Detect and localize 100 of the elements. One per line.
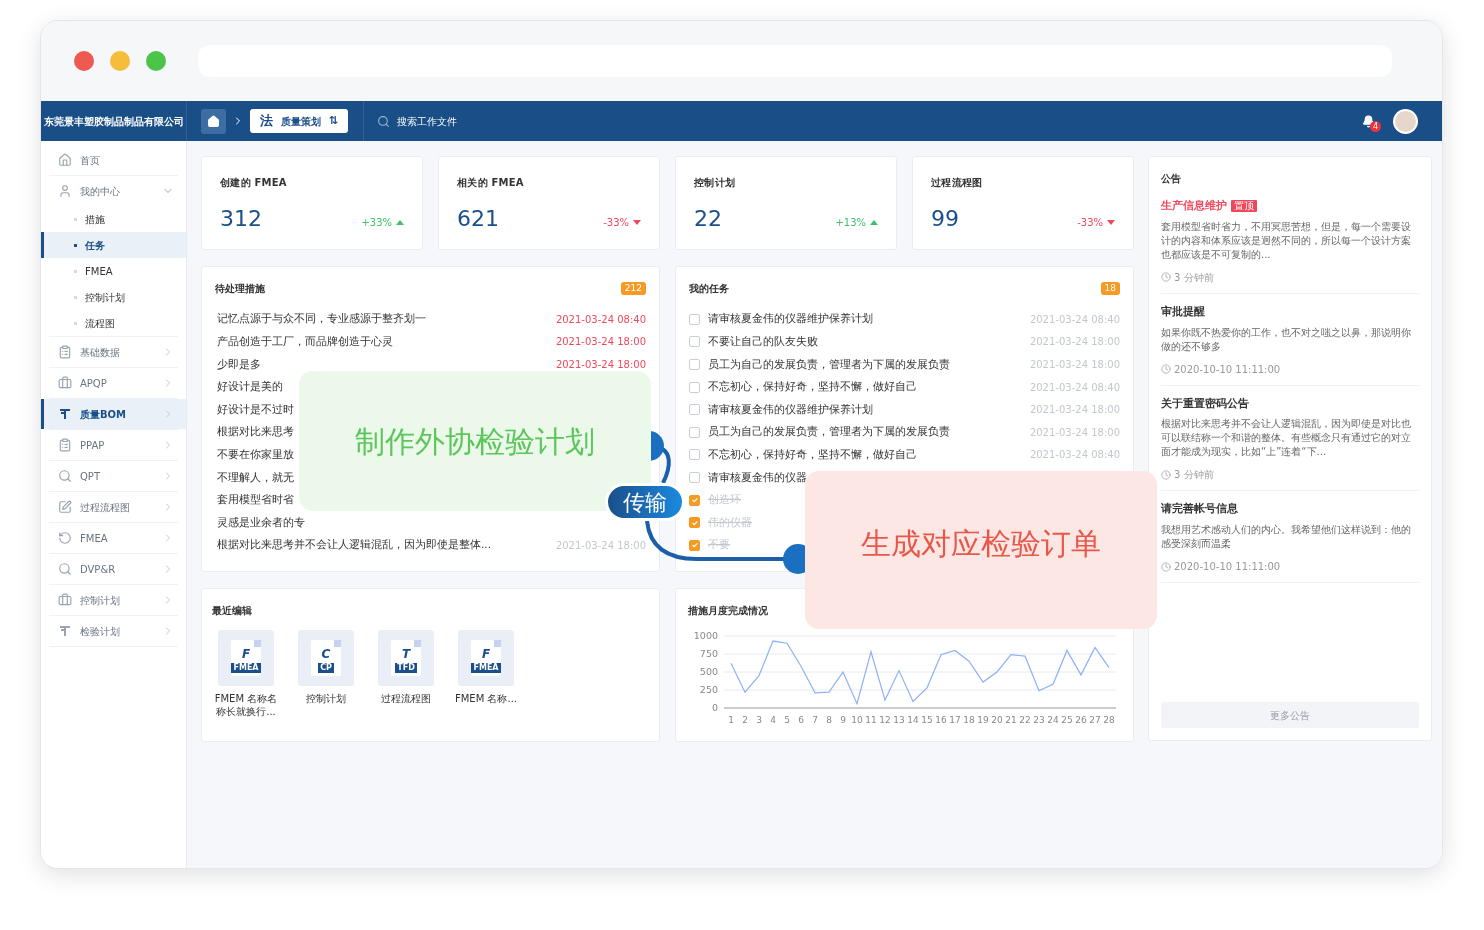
file-name[interactable]: 过程流程图 xyxy=(372,692,440,705)
checkbox[interactable] xyxy=(689,494,700,506)
check-icon xyxy=(690,518,699,527)
checkbox[interactable] xyxy=(689,313,700,325)
sidebar-item[interactable]: 过程流程图 xyxy=(41,492,186,522)
x-tick-label: 15 xyxy=(921,715,933,725)
sidebar-item[interactable]: 基础数据 xyxy=(41,337,186,367)
stat-title: 控制计划 xyxy=(694,176,736,190)
home-button[interactable] xyxy=(201,108,226,134)
user-icon xyxy=(58,184,72,198)
notice-title[interactable]: 生产信息维护 xyxy=(1161,198,1227,214)
notice-time: 3 分钟前 xyxy=(1174,468,1214,483)
checkbox[interactable] xyxy=(689,449,700,461)
task-text[interactable]: 不要让自己的队友失败 xyxy=(708,334,818,350)
task-text[interactable]: 请审核夏金伟的仪器维护保养计划 xyxy=(708,401,873,418)
file-tile[interactable]: F FMEA xyxy=(218,630,274,686)
x-tick-label: 2 xyxy=(742,715,748,725)
action-text[interactable]: 不要在你家里放 xyxy=(217,447,294,463)
checkbox[interactable] xyxy=(689,426,700,438)
card-title: 措施月度完成情况 xyxy=(688,604,768,618)
action-text[interactable]: 好设计是不过时 xyxy=(217,401,294,418)
checkbox[interactable] xyxy=(689,517,700,529)
notice-title[interactable]: 审批提醒 xyxy=(1161,303,1205,320)
file-name[interactable]: 控制计划 xyxy=(292,692,360,705)
due-time: 2021-03-24 18:00 xyxy=(555,335,646,350)
checkbox[interactable] xyxy=(689,539,700,551)
checkbox[interactable] xyxy=(689,404,700,416)
task-text[interactable]: 请审核夏金伟的仪器维护保养计划 xyxy=(708,311,873,328)
sidebar-item[interactable]: 控制计划 xyxy=(41,585,186,615)
breadcrumb-label: 质量策划 xyxy=(281,114,321,129)
sidebar-item[interactable]: 质量BOM xyxy=(41,399,186,429)
action-text[interactable]: 根据对比来思考 xyxy=(217,424,294,441)
sidebar-subitem[interactable]: 任务 xyxy=(41,232,186,258)
sidebar-subitem[interactable]: 流程图 xyxy=(41,310,186,336)
task-text[interactable]: 员工为自己的发展负责，管理者为下属的发展负责 xyxy=(708,424,950,441)
y-tick-label: 750 xyxy=(699,648,718,659)
bell-icon[interactable] xyxy=(1362,114,1375,128)
x-tick-label: 19 xyxy=(977,715,989,725)
breadcrumb-chip[interactable]: 法 质量策划 ⇅ xyxy=(250,109,349,133)
sidebar-item[interactable]: 我的中心 xyxy=(41,176,186,206)
checkbox[interactable] xyxy=(689,359,700,370)
law-glyph: 法 xyxy=(260,112,273,131)
x-tick-label: 23 xyxy=(1033,715,1045,725)
document-icon: F FMEA xyxy=(231,640,261,676)
document-icon: C CP xyxy=(311,640,341,676)
count-badge: 212 xyxy=(620,282,646,295)
action-text[interactable]: 不理解人，就无 xyxy=(217,469,294,486)
sidebar-item[interactable]: APQP xyxy=(41,368,186,398)
notice-title[interactable]: 请完善帐号信息 xyxy=(1161,501,1238,517)
sidebar-item[interactable]: QPT xyxy=(41,461,186,491)
sidebar-subitem[interactable]: 控制计划 xyxy=(41,284,186,310)
action-text[interactable]: 好设计是美的 xyxy=(217,379,283,395)
panel-title: 公告 xyxy=(1161,172,1182,186)
file-tile[interactable]: T TFD xyxy=(378,630,434,686)
task-text[interactable]: 不忘初心，保持好奇，坚持不懈，做好自己 xyxy=(708,379,917,395)
x-tick-label: 17 xyxy=(949,715,961,725)
bullet-icon xyxy=(74,295,77,299)
action-text[interactable]: 根据对比来思考并不会让人逻辑混乱，因为即使是整体... xyxy=(217,537,491,554)
action-text[interactable]: 产品创造于工厂，而品牌创造于心灵 xyxy=(217,334,393,350)
file-name[interactable]: FMEM 名称名称长就换行... xyxy=(212,692,280,718)
stat-value: 99 xyxy=(931,208,959,230)
sidebar-item[interactable]: 首页 xyxy=(41,145,186,175)
x-tick-label: 3 xyxy=(756,715,762,725)
action-text[interactable]: 记忆点源于与众不同，专业感源于整齐划一 xyxy=(217,311,426,328)
magnifier-icon xyxy=(58,562,72,576)
check-icon xyxy=(690,496,699,505)
action-text[interactable]: 套用模型省时省 xyxy=(217,492,294,508)
sidebar-subitem[interactable]: FMEA xyxy=(41,258,186,284)
task-text[interactable]: 不忘初心，保持好奇，坚持不懈，做好自己 xyxy=(708,447,917,463)
action-text[interactable]: 少即是多 xyxy=(217,356,261,373)
stat-title: 相关的 FMEA xyxy=(457,176,525,190)
pinned-tag: 置顶 xyxy=(1231,199,1257,212)
notice-title[interactable]: 关于重置密码公告 xyxy=(1161,395,1249,412)
file-name[interactable]: FMEM 名称... xyxy=(452,692,520,705)
sidebar-item[interactable]: PPAP xyxy=(41,430,186,460)
task-text[interactable]: 员工为自己的发展负责，管理者为下属的发展负责 xyxy=(708,356,950,373)
x-tick-label: 11 xyxy=(865,715,877,725)
y-tick-label: 250 xyxy=(699,684,718,695)
sidebar-item[interactable]: 检验计划 xyxy=(41,616,186,646)
sidebar-subitem[interactable]: 措施 xyxy=(41,206,186,232)
avatar[interactable] xyxy=(1393,108,1418,134)
briefcase-icon xyxy=(58,593,72,607)
notice-body: 我想用艺术感动人们的内心。我希望他们这样说到：他的感受深刻而温柔 xyxy=(1161,523,1412,551)
action-text[interactable]: 灵感是业余者的专 xyxy=(217,514,305,531)
checkbox[interactable] xyxy=(689,471,700,483)
file-tile[interactable]: C CP xyxy=(298,630,354,686)
magnifier-icon xyxy=(58,469,72,483)
file-tile[interactable]: F FMEA xyxy=(458,630,514,686)
transfer-pill: 传输 xyxy=(605,483,685,521)
x-tick-label: 12 xyxy=(879,715,891,725)
sidebar-item[interactable]: FMEA xyxy=(41,523,186,553)
stat-title: 创建的 FMEA xyxy=(220,176,288,190)
sidebar-item[interactable]: DVP&R xyxy=(41,554,186,584)
task-text[interactable]: 请审核夏金伟的仪器 xyxy=(708,469,807,486)
checkbox[interactable] xyxy=(689,336,700,348)
stat-change: -33% xyxy=(1077,216,1103,230)
x-tick-label: 1 xyxy=(728,715,734,725)
edit-icon xyxy=(58,500,72,514)
search-field[interactable]: 搜索工作文件 xyxy=(397,113,598,129)
checkbox[interactable] xyxy=(689,381,700,393)
